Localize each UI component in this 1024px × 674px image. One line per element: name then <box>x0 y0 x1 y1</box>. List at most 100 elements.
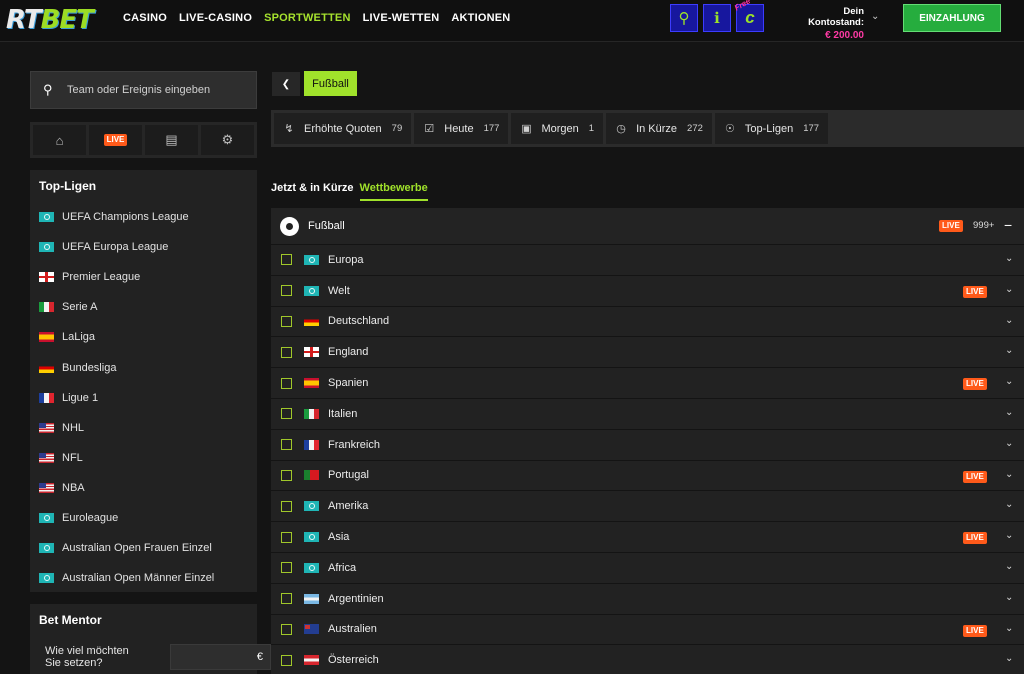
filter-erhoehte-quoten[interactable]: ↯ Erhöhte Quoten 79 <box>274 113 412 144</box>
sport-name: Fußball <box>308 220 345 232</box>
flag-fr-icon <box>304 439 319 450</box>
league-item[interactable]: Euroleague <box>30 503 257 533</box>
breadcrumb-sport[interactable]: Fußball <box>304 71 357 96</box>
country-row[interactable]: Amerika ⌄ <box>271 491 1024 523</box>
calendar-button[interactable]: ▤ <box>145 125 198 155</box>
balance-label: Dein Kontostand: <box>808 6 864 28</box>
chevron-down-icon[interactable]: ⌄ <box>1005 315 1013 326</box>
nav-casino[interactable]: CASINO <box>123 12 167 24</box>
checkbox[interactable] <box>281 346 292 358</box>
league-item[interactable]: Ligue 1 <box>30 383 257 413</box>
country-row[interactable]: Österreich ⌄ <box>271 645 1024 674</box>
country-row[interactable]: Africa ⌄ <box>271 552 1024 584</box>
account-balance[interactable]: Dein Kontostand: € 200.00 <box>788 6 864 41</box>
country-row[interactable]: Portugal LIVE ⌄ <box>271 460 1024 492</box>
live-button[interactable]: LIVE <box>89 125 142 155</box>
league-item[interactable]: NBA <box>30 473 257 503</box>
map-pin-button[interactable]: ⚲ <box>670 4 698 32</box>
filter-count: 177 <box>483 123 500 134</box>
country-row[interactable]: Welt LIVE ⌄ <box>271 275 1024 307</box>
filter-in-kuerze[interactable]: ◷ In Kürze 272 <box>606 113 712 144</box>
chevron-down-icon[interactable]: ⌄ <box>1005 592 1013 603</box>
checkbox[interactable] <box>281 439 292 451</box>
live-badge: LIVE <box>103 134 128 146</box>
checkbox[interactable] <box>281 469 292 481</box>
checkbox[interactable] <box>281 593 292 605</box>
flag-world-icon <box>39 242 54 253</box>
filter-top-ligen[interactable]: ☉ Top-Ligen 177 <box>714 113 829 144</box>
chevron-down-icon[interactable]: ⌄ <box>1005 376 1013 387</box>
checkbox[interactable] <box>281 654 292 666</box>
country-row[interactable]: Europa ⌄ <box>271 245 1024 276</box>
country-row[interactable]: Asia LIVE ⌄ <box>271 522 1024 553</box>
country-row[interactable]: Australien LIVE ⌄ <box>271 614 1024 646</box>
checkbox[interactable] <box>281 408 292 420</box>
back-button[interactable]: ❮ <box>272 72 300 96</box>
tab-wettbewerbe[interactable]: Wettbewerbe <box>359 182 428 201</box>
flag-es-icon <box>304 378 319 389</box>
flag-world-icon <box>39 212 54 223</box>
chevron-down-icon[interactable]: ⌄ <box>1005 653 1013 664</box>
country-name: Österreich <box>328 654 379 667</box>
country-name: England <box>328 346 369 359</box>
filter-morgen[interactable]: ▣ Morgen 1 <box>511 113 604 144</box>
tab-jetzt-in-kuerze[interactable]: Jetzt & in Kürze <box>271 182 354 201</box>
checkbox[interactable] <box>281 562 292 574</box>
deposit-button[interactable]: EINZAHLUNG <box>903 4 1001 32</box>
checkbox[interactable] <box>281 500 292 512</box>
chevron-down-icon[interactable]: ⌄ <box>1005 561 1013 572</box>
collapse-icon[interactable]: − <box>1004 217 1012 233</box>
nav-sportwetten[interactable]: SPORTWETTEN <box>264 12 351 24</box>
league-item[interactable]: Australian Open Männer Einzel <box>30 563 257 593</box>
country-row[interactable]: Frankreich ⌄ <box>271 429 1024 461</box>
filter-label: In Kürze <box>636 122 678 135</box>
nav-aktionen[interactable]: AKTIONEN <box>451 12 510 24</box>
country-row[interactable]: Italien ⌄ <box>271 398 1024 430</box>
checkbox[interactable] <box>281 623 292 635</box>
filter-heute[interactable]: ☑ Heute 177 <box>414 113 509 144</box>
nav-live-wetten[interactable]: LIVE-WETTEN <box>363 12 440 24</box>
checkbox[interactable] <box>281 315 292 327</box>
search-input[interactable] <box>67 84 237 96</box>
bet-amount-field[interactable]: € <box>170 644 271 670</box>
chevron-down-icon[interactable]: ⌄ <box>1005 438 1013 449</box>
info-button[interactable]: ℹ <box>703 4 731 32</box>
checkbox[interactable] <box>281 285 292 297</box>
chevron-down-icon[interactable]: ⌄ <box>1005 499 1013 510</box>
nav-live-casino[interactable]: LIVE-CASINO <box>179 12 252 24</box>
live-badge: LIVE <box>963 285 987 298</box>
event-count: 999+ <box>973 220 995 231</box>
rtbet-logo[interactable]: RTBET <box>6 5 94 35</box>
chevron-down-icon[interactable]: ⌄ <box>1005 530 1013 541</box>
country-row[interactable]: England ⌄ <box>271 337 1024 369</box>
league-item[interactable]: Bundesliga <box>30 352 257 382</box>
chevron-down-icon[interactable]: ⌄ <box>1005 253 1013 264</box>
league-item[interactable]: UEFA Europa League <box>30 232 257 262</box>
country-row[interactable]: Argentinien ⌄ <box>271 583 1024 615</box>
chevron-down-icon[interactable]: ⌄ <box>1005 284 1013 295</box>
league-item[interactable]: NHL <box>30 413 257 443</box>
checkbox[interactable] <box>281 377 292 389</box>
chevron-down-icon[interactable]: ⌄ <box>1005 345 1013 356</box>
checkbox[interactable] <box>281 254 292 266</box>
chevron-down-icon[interactable]: ⌄ <box>1005 469 1013 480</box>
league-item[interactable]: UEFA Champions League <box>30 202 257 232</box>
chevron-down-icon[interactable]: ⌄ <box>871 11 879 22</box>
league-item[interactable]: Serie A <box>30 292 257 322</box>
home-button[interactable]: ⌂ <box>33 125 86 155</box>
chevron-down-icon[interactable]: ⌄ <box>1005 623 1013 634</box>
country-name: Portugal <box>328 469 369 482</box>
search-box[interactable]: ⚲ <box>30 71 257 109</box>
settings-button[interactable]: ⚙ <box>201 125 254 155</box>
country-row[interactable]: Deutschland ⌄ <box>271 306 1024 338</box>
flag-de-icon <box>304 316 319 327</box>
chevron-down-icon[interactable]: ⌄ <box>1005 407 1013 418</box>
checkbox[interactable] <box>281 531 292 543</box>
sport-header-fussball[interactable]: Fußball LIVE 999+ − <box>271 208 1024 244</box>
country-row[interactable]: Spanien LIVE ⌄ <box>271 368 1024 399</box>
league-item[interactable]: LaLiga <box>30 322 257 352</box>
league-item[interactable]: Premier League <box>30 262 257 292</box>
league-item[interactable]: Australian Open Frauen Einzel <box>30 533 257 563</box>
flag-world-icon <box>304 501 319 512</box>
league-item[interactable]: NFL <box>30 443 257 473</box>
